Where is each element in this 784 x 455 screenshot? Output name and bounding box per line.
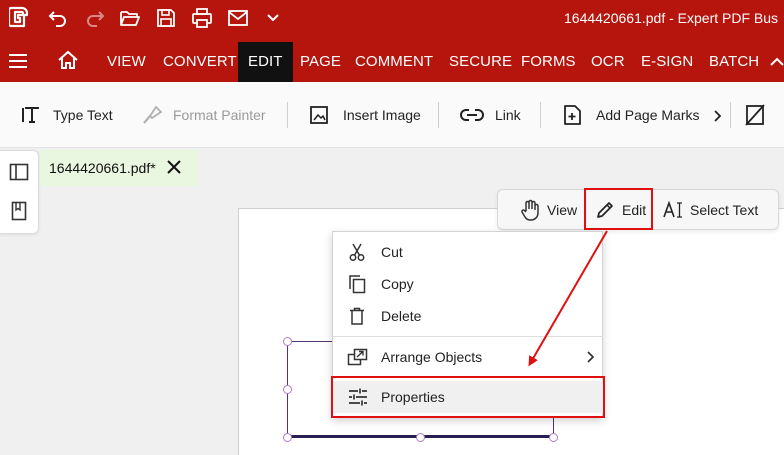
- home-icon[interactable]: [57, 50, 79, 70]
- ribbon-more-chevron-icon[interactable]: [712, 109, 722, 123]
- view-mode-button[interactable]: View: [520, 190, 577, 230]
- resize-handle[interactable]: [549, 433, 558, 442]
- format-painter-button[interactable]: Format Painter: [141, 82, 266, 148]
- ribbon-divider: [287, 102, 288, 128]
- title-bar: 1644420661.pdf - Expert PDF Bus: [0, 0, 784, 36]
- sidebar-toggle-icon[interactable]: [9, 163, 29, 181]
- email-icon[interactable]: [227, 7, 249, 29]
- link-button[interactable]: Link: [459, 82, 521, 148]
- ribbon-divider: [540, 102, 541, 128]
- type-text-icon: [21, 105, 43, 125]
- menu-edit[interactable]: EDIT: [238, 42, 293, 82]
- close-tab-icon[interactable]: [166, 159, 182, 175]
- context-menu-delete[interactable]: Delete: [333, 300, 603, 332]
- ribbon-divider: [438, 102, 439, 128]
- scissors-icon: [347, 242, 367, 262]
- hand-icon: [520, 199, 540, 221]
- type-text-button[interactable]: Type Text: [21, 82, 113, 148]
- menu-batch[interactable]: BATCH: [709, 36, 759, 82]
- view-mode-label: View: [547, 202, 578, 218]
- redo-icon[interactable]: [84, 7, 106, 29]
- redact-icon[interactable]: [744, 103, 766, 127]
- select-text-mode-button[interactable]: Select Text: [663, 190, 758, 230]
- type-text-label: Type Text: [53, 107, 113, 123]
- image-icon: [309, 105, 329, 125]
- menu-bar: VIEW CONVERT EDIT PAGE COMMENT SECURE FO…: [0, 36, 784, 82]
- link-icon: [459, 107, 485, 123]
- context-menu-cut[interactable]: Cut: [333, 236, 603, 268]
- delete-label: Delete: [381, 308, 422, 324]
- context-menu-arrange-objects[interactable]: Arrange Objects: [333, 341, 603, 373]
- save-icon[interactable]: [155, 7, 177, 29]
- resize-handle[interactable]: [283, 433, 292, 442]
- cut-label: Cut: [381, 244, 403, 260]
- insert-image-button[interactable]: Insert Image: [309, 82, 421, 148]
- copy-icon: [347, 274, 367, 294]
- document-tab-label: 1644420661.pdf*: [49, 160, 156, 176]
- resize-handle[interactable]: [416, 433, 425, 442]
- arrange-objects-label: Arrange Objects: [381, 349, 483, 365]
- menu-view[interactable]: VIEW: [107, 36, 146, 82]
- submenu-chevron-icon: [585, 350, 595, 364]
- bookmark-icon[interactable]: [11, 201, 27, 221]
- menu-comment[interactable]: COMMENT: [355, 36, 433, 82]
- left-panel-rail: [0, 150, 39, 234]
- open-folder-icon[interactable]: [119, 7, 141, 29]
- trash-icon: [347, 306, 367, 326]
- arrange-icon: [347, 347, 369, 367]
- print-icon[interactable]: [191, 7, 213, 29]
- resize-handle[interactable]: [283, 385, 292, 394]
- text-cursor-icon: [663, 201, 683, 219]
- link-label: Link: [495, 107, 521, 123]
- brush-icon: [141, 105, 163, 125]
- format-painter-label: Format Painter: [173, 107, 266, 123]
- page-add-icon: [562, 104, 582, 126]
- menu-ocr[interactable]: OCR: [591, 36, 625, 82]
- menu-page[interactable]: PAGE: [300, 36, 341, 82]
- menu-convert[interactable]: CONVERT: [163, 36, 237, 82]
- window-title: 1644420661.pdf - Expert PDF Bus: [564, 10, 779, 26]
- add-page-marks-label: Add Page Marks: [596, 107, 700, 123]
- ribbon-divider: [730, 102, 731, 128]
- undo-icon[interactable]: [47, 7, 69, 29]
- chevron-down-icon[interactable]: [264, 7, 282, 29]
- menu-secure[interactable]: SECURE: [449, 36, 512, 82]
- menu-forms[interactable]: FORMS: [521, 36, 576, 82]
- edit-highlight-box: [584, 188, 653, 230]
- context-menu-copy[interactable]: Copy: [333, 268, 603, 300]
- ribbon-toolbar: Type Text Format Painter Insert Image Li…: [0, 82, 784, 148]
- hamburger-menu-icon[interactable]: [8, 53, 28, 69]
- resize-handle[interactable]: [283, 337, 292, 346]
- document-tab[interactable]: 1644420661.pdf*: [40, 150, 198, 186]
- collapse-ribbon-icon[interactable]: [770, 57, 784, 67]
- properties-highlight-box: [331, 376, 605, 418]
- menu-esign[interactable]: E-SIGN: [641, 36, 693, 82]
- select-text-mode-label: Select Text: [690, 202, 759, 218]
- context-menu-separator: [333, 336, 603, 337]
- app-logo-icon[interactable]: [9, 6, 29, 28]
- copy-label: Copy: [381, 276, 414, 292]
- add-page-marks-button[interactable]: Add Page Marks: [562, 82, 700, 148]
- insert-image-label: Insert Image: [343, 107, 421, 123]
